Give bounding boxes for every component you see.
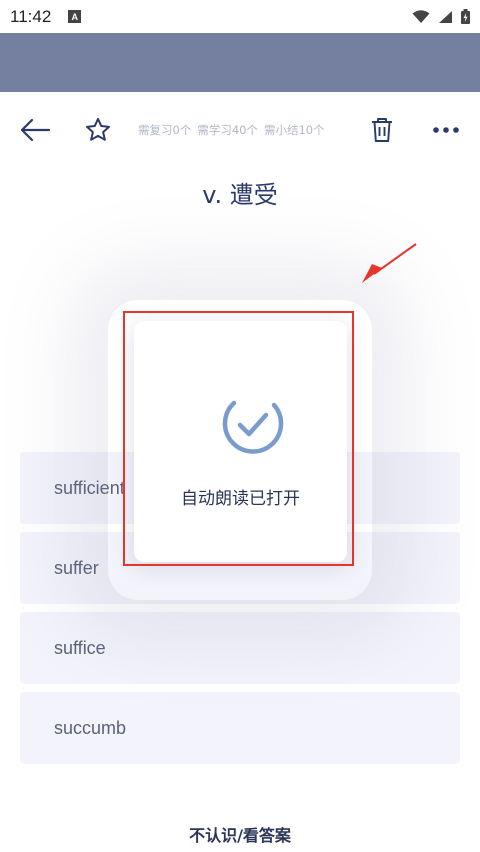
option-label: suffice [54, 637, 106, 658]
signal-icon [439, 10, 452, 23]
option-item[interactable]: succumb [20, 692, 460, 764]
wifi-icon [412, 9, 430, 23]
battery-icon [461, 9, 470, 24]
favorite-star-button[interactable] [80, 112, 116, 148]
status-time: 11:42 [10, 6, 52, 26]
study-counts: 需复习0个 需学习40个 需小结10个 [138, 122, 325, 138]
option-label: succumb [54, 717, 127, 738]
review-count: 需复习0个 [138, 123, 192, 137]
header-band [0, 33, 480, 92]
arrow-left-icon [20, 118, 51, 142]
toolbar: 需复习0个 需学习40个 需小结10个 [0, 92, 480, 170]
back-button[interactable] [14, 112, 56, 148]
more-menu-button[interactable] [426, 112, 466, 148]
annotation-arrow-icon [362, 243, 417, 283]
notification-a-icon: A [68, 10, 82, 23]
annotation-highlight-box [123, 311, 354, 566]
option-label: suffer [54, 557, 99, 578]
learn-count: 需学习40个 [197, 123, 258, 137]
word-definition: v. 遭受 [202, 181, 278, 209]
option-item[interactable]: suffice [20, 612, 460, 684]
status-icons [412, 9, 470, 24]
more-dots-icon [433, 127, 459, 133]
trash-icon [372, 118, 392, 142]
show-answer-link[interactable]: 不认识/看答案 [0, 822, 480, 846]
status-bar: 11:42 A [0, 0, 480, 33]
delete-button[interactable] [364, 112, 400, 148]
star-outline-icon [86, 117, 110, 141]
summary-count: 需小结10个 [263, 123, 325, 137]
